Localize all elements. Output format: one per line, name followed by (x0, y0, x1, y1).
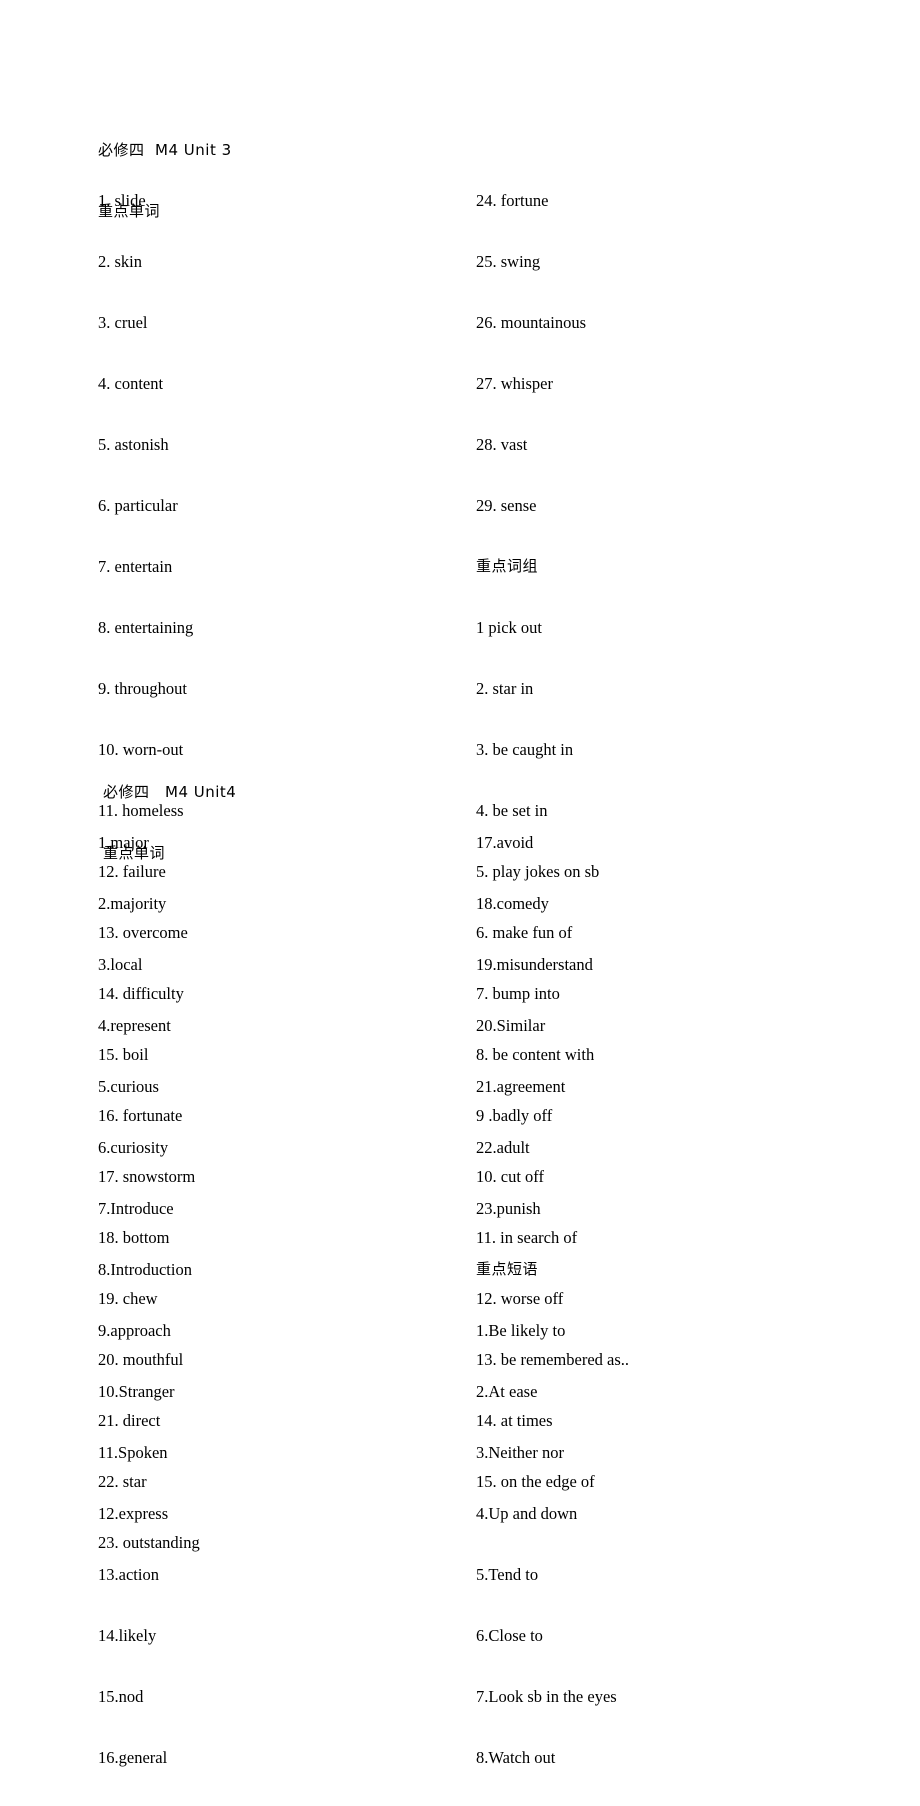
list-item: 5.Tend to (476, 1565, 539, 1584)
list-item: 21.agreement (476, 1077, 566, 1096)
list-item: 15.nod (98, 1687, 144, 1706)
unit3-phrases-heading: 重点词组 (476, 557, 539, 575)
list-item: 12.express (98, 1504, 169, 1523)
unit4-left-column: 1.major 2.majority 3.local 4.represent 5… (98, 794, 192, 1806)
list-item: 17.avoid (476, 833, 534, 852)
list-item: 28. vast (476, 435, 528, 454)
list-item: 11.Spoken (98, 1443, 168, 1462)
list-item: 3.Neither nor (476, 1443, 564, 1462)
list-item: 5.curious (98, 1077, 159, 1096)
list-item: 18.comedy (476, 894, 549, 913)
list-item: 4.represent (98, 1016, 171, 1035)
list-item: 23.punish (476, 1199, 541, 1218)
list-item: 4. content (98, 374, 164, 393)
list-item: 1 pick out (476, 618, 542, 637)
list-item: 16.general (98, 1748, 168, 1767)
list-item: 3. cruel (98, 313, 148, 332)
list-item: 19.misunderstand (476, 955, 593, 974)
list-item: 27. whisper (476, 374, 553, 393)
list-item: 2.majority (98, 894, 167, 913)
list-item: 8.Watch out (476, 1748, 556, 1767)
list-item: 25. swing (476, 252, 541, 271)
list-item: 1. slide (98, 191, 146, 210)
list-item: 7. entertain (98, 557, 173, 576)
list-item: 2. skin (98, 252, 143, 271)
list-item: 2. star in (476, 679, 534, 698)
list-item: 5. astonish (98, 435, 169, 454)
list-item: 4.Up and down (476, 1504, 578, 1523)
list-item: 2.At ease (476, 1382, 538, 1401)
list-item: 6.Close to (476, 1626, 543, 1645)
list-item: 22.adult (476, 1138, 530, 1157)
list-item: 14.likely (98, 1626, 157, 1645)
list-item: 24. fortune (476, 191, 549, 210)
list-item: 7.Look sb in the eyes (476, 1687, 617, 1706)
unit4-right-column: 17.avoid 18.comedy 19.misunderstand 20.S… (476, 794, 617, 1806)
list-item: 6.curiosity (98, 1138, 169, 1157)
list-item: 7.Introduce (98, 1199, 174, 1218)
document-page: 必修四 M4 Unit 3 重点单词 1. slide 2. skin 3. c… (0, 0, 920, 1767)
list-item: 1.major (98, 833, 149, 852)
list-item: 8. entertaining (98, 618, 194, 637)
list-item: 6. particular (98, 496, 178, 515)
list-item: 26. mountainous (476, 313, 586, 332)
list-item: 29. sense (476, 496, 537, 515)
list-item: 3.local (98, 955, 143, 974)
list-item: 3. be caught in (476, 740, 574, 759)
list-item: 10.Stranger (98, 1382, 175, 1401)
list-item: 20.Similar (476, 1016, 546, 1035)
unit4-phrases-heading: 重点短语 (476, 1260, 539, 1278)
list-item: 13.action (98, 1565, 159, 1584)
list-item: 8.Introduction (98, 1260, 192, 1279)
list-item: 9.approach (98, 1321, 171, 1340)
list-item: 9. throughout (98, 679, 187, 698)
list-item: 1.Be likely to (476, 1321, 566, 1340)
